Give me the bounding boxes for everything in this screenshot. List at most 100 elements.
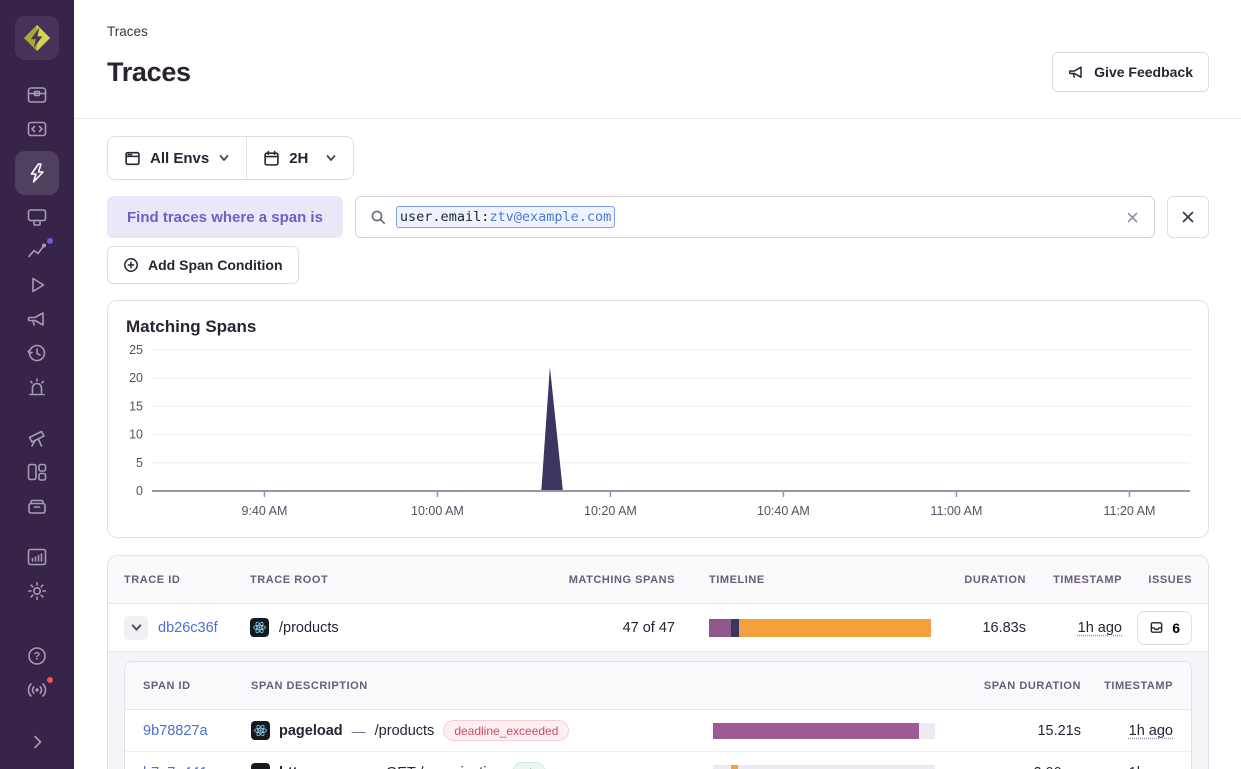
- sidebar: ?: [0, 0, 74, 769]
- platform-go-icon: GO: [251, 763, 270, 769]
- span-row[interactable]: 9b78827a pageload — /products deadline_e…: [125, 710, 1191, 752]
- help-icon: ?: [25, 644, 49, 668]
- clear-search-button[interactable]: [1125, 210, 1140, 225]
- expand-toggle[interactable]: [124, 616, 148, 640]
- trace-duration: 16.83s: [982, 620, 1026, 636]
- svg-text:10: 10: [129, 428, 143, 442]
- span-timeline-bar: [713, 723, 935, 739]
- svg-text:10:40 AM: 10:40 AM: [757, 504, 810, 518]
- chevron-down-icon: [130, 621, 143, 634]
- sidebar-item-discover[interactable]: [15, 421, 59, 455]
- app-logo[interactable]: [15, 16, 59, 60]
- replays-icon: [25, 273, 49, 297]
- matching-spans-panel: Matching Spans 05101520259:40 AM10:00 AM…: [107, 300, 1209, 538]
- svg-text:10:20 AM: 10:20 AM: [584, 504, 637, 518]
- trace-timestamp: 1h ago: [1078, 620, 1122, 636]
- span-id-link[interactable]: b7a7e441: [143, 765, 208, 769]
- issues-icon: [25, 83, 49, 107]
- give-feedback-button[interactable]: Give Feedback: [1052, 52, 1209, 92]
- spans-table-header: SPAN ID SPAN DESCRIPTION SPAN DURATION T…: [125, 662, 1191, 710]
- trace-issues-button[interactable]: 6: [1137, 611, 1192, 645]
- sidebar-item-dashboards[interactable]: [15, 455, 59, 489]
- trace-row[interactable]: db26c36f /products 47 of 47 16.83s 1h ag…: [108, 604, 1208, 651]
- col-span-duration: SPAN DURATION: [984, 680, 1081, 692]
- sidebar-item-settings[interactable]: [15, 574, 59, 608]
- sidebar-item-broadcast[interactable]: [15, 673, 59, 707]
- span-row[interactable]: b7a7e441 GO http.server — GET /organizat…: [125, 752, 1191, 769]
- sidebar-item-explore[interactable]: [15, 112, 59, 146]
- add-span-condition-button[interactable]: Add Span Condition: [107, 246, 299, 284]
- settings-icon: [25, 579, 49, 603]
- sidebar-item-help[interactable]: ?: [15, 639, 59, 673]
- col-issues: ISSUES: [1148, 574, 1192, 586]
- expanded-spans-section: SPAN ID SPAN DESCRIPTION SPAN DURATION T…: [108, 651, 1208, 769]
- logo-diamond-bolt-icon: [19, 20, 55, 56]
- col-timeline: TIMELINE: [709, 574, 931, 586]
- platform-react-icon: [250, 618, 269, 637]
- sidebar-collapse-toggle[interactable]: [15, 725, 59, 759]
- span-duration: 2.00ms: [1033, 765, 1081, 769]
- span-id-link[interactable]: 9b78827a: [143, 723, 208, 739]
- svg-text:25: 25: [129, 343, 143, 357]
- col-duration: DURATION: [964, 574, 1026, 586]
- span-timestamp: 1h ago: [1129, 723, 1173, 739]
- telescope-icon: [25, 426, 49, 450]
- sidebar-item-replays[interactable]: [15, 268, 59, 302]
- sidebar-item-metrics[interactable]: [15, 234, 59, 268]
- environment-filter[interactable]: All Envs: [108, 137, 246, 179]
- give-feedback-label: Give Feedback: [1094, 64, 1193, 80]
- svg-text:10:00 AM: 10:00 AM: [411, 504, 464, 518]
- col-span-description: SPAN DESCRIPTION: [251, 680, 713, 692]
- megaphone-icon: [25, 307, 49, 331]
- alerts-icon: [25, 375, 49, 399]
- sidebar-item-alerts[interactable]: [15, 370, 59, 404]
- span-description: /products: [375, 723, 435, 739]
- main-area: Traces Traces Give Feedback All Envs: [74, 0, 1241, 769]
- sidebar-item-projects[interactable]: [15, 200, 59, 234]
- svg-text:0: 0: [136, 484, 143, 498]
- sidebar-item-releases[interactable]: [15, 489, 59, 523]
- notification-dot-red: [45, 675, 55, 685]
- token-key: user.email:: [400, 209, 489, 225]
- releases-icon: [25, 494, 49, 518]
- col-trace-root: TRACE ROOT: [250, 574, 555, 586]
- breadcrumb[interactable]: Traces: [107, 24, 1209, 39]
- envs-window-icon: [124, 150, 141, 167]
- trace-root-label: /products: [279, 620, 339, 636]
- span-status-badge: deadline_exceeded: [443, 720, 569, 741]
- time-range-filter[interactable]: 2H: [246, 137, 353, 179]
- environment-filter-label: All Envs: [150, 150, 209, 167]
- span-op-separator: —: [363, 765, 377, 769]
- search-icon: [370, 209, 387, 226]
- col-trace-id: TRACE ID: [124, 574, 250, 586]
- col-span-id: SPAN ID: [143, 680, 251, 692]
- sidebar-item-feedback[interactable]: [15, 302, 59, 336]
- svg-text:15: 15: [129, 399, 143, 413]
- remove-condition-button[interactable]: [1167, 196, 1209, 238]
- sidebar-nav: [0, 78, 74, 608]
- content: All Envs 2H Find traces where a span is …: [74, 119, 1241, 769]
- matching-spans-count: 47 of 47: [623, 620, 709, 636]
- trace-timeline-bar: [709, 619, 931, 637]
- chart-title: Matching Spans: [124, 317, 1192, 337]
- search-filter-token[interactable]: user.email:ztv@example.com: [396, 206, 615, 228]
- span-op: pageload: [279, 723, 343, 739]
- trace-id-link[interactable]: db26c36f: [158, 620, 218, 636]
- col-timestamp: TIMESTAMP: [1053, 574, 1122, 586]
- span-search-input[interactable]: user.email:ztv@example.com: [355, 196, 1155, 238]
- megaphone-icon: [1068, 64, 1085, 81]
- span-op-separator: —: [352, 723, 366, 739]
- sidebar-item-traces[interactable]: [15, 151, 59, 195]
- svg-text:11:20 AM: 11:20 AM: [1104, 504, 1156, 518]
- sidebar-item-issues[interactable]: [15, 78, 59, 112]
- trace-issues-count: 6: [1172, 620, 1180, 636]
- sidebar-item-history[interactable]: [15, 336, 59, 370]
- chevron-down-icon: [325, 152, 337, 164]
- span-timestamp: 1h ago: [1129, 765, 1173, 769]
- sidebar-item-stats[interactable]: [15, 540, 59, 574]
- span-description: GET /organization: [386, 765, 503, 769]
- close-icon: [1180, 209, 1196, 225]
- svg-text:20: 20: [129, 371, 143, 385]
- span-op: http.server: [279, 765, 354, 769]
- span-duration: 15.21s: [1037, 723, 1081, 739]
